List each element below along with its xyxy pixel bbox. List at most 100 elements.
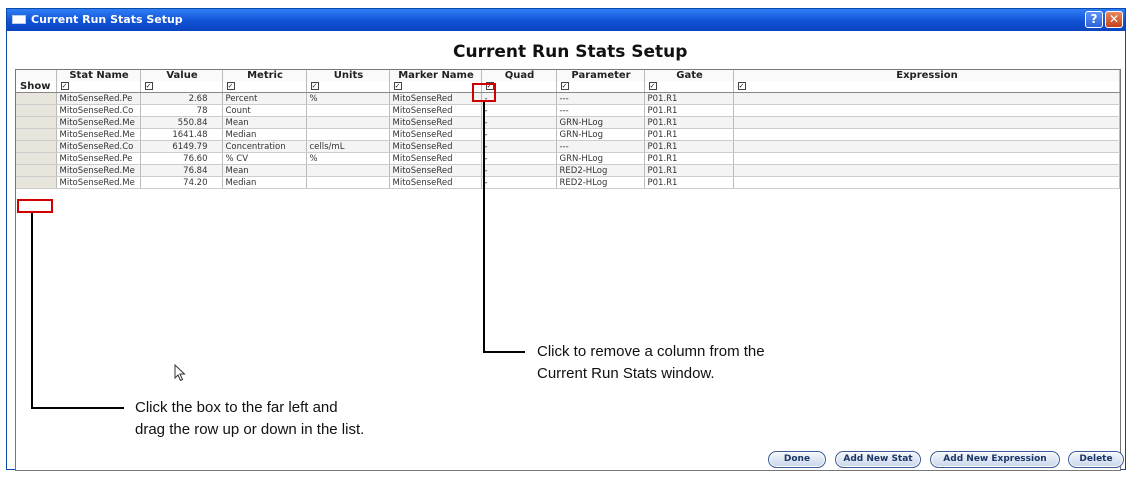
stat-name-cell[interactable]: MitoSenseRed.Pe: [56, 92, 141, 105]
table-row[interactable]: MitoSenseRed.Pe 76.60% CV% MitoSenseRed - GR…: [16, 152, 1120, 165]
row-drag-handle[interactable]: [16, 92, 57, 105]
gate-cell[interactable]: P01.R1: [644, 176, 734, 189]
table-row[interactable]: MitoSenseRed.Co 6149.79 Concentration cells…: [16, 140, 1120, 153]
parameter-cell[interactable]: RED2-HLog: [556, 164, 645, 177]
column-header[interactable]: Marker Name: [389, 70, 482, 81]
checkbox[interactable]: ✓: [737, 82, 746, 90]
parameter-cell[interactable]: ---: [556, 140, 645, 153]
delete-button[interactable]: Delete: [1068, 451, 1124, 468]
quad-cell[interactable]: -: [481, 164, 557, 177]
units-cell[interactable]: cells/mL: [306, 140, 390, 153]
quad-cell[interactable]: -: [481, 104, 557, 117]
marker-name-cell[interactable]: MitoSenseRed: [389, 92, 482, 105]
expression-cell[interactable]: [733, 176, 1120, 189]
show-checkbox-units[interactable]: ✓: [306, 81, 390, 93]
units-cell[interactable]: [306, 164, 390, 177]
stat-name-cell[interactable]: MitoSenseRed.Me: [56, 176, 141, 189]
table-row[interactable]: MitoSenseRed.Pe 2.68 Percent% MitoSenseRed -…: [16, 92, 1120, 105]
row-drag-handle[interactable]: [16, 128, 57, 141]
quad-cell[interactable]: -: [481, 116, 557, 129]
add-new-stat-button[interactable]: Add New Stat: [835, 451, 921, 468]
stat-name-cell[interactable]: MitoSenseRed.Pe: [56, 152, 141, 165]
parameter-cell[interactable]: ---: [556, 104, 645, 117]
value-cell[interactable]: 1641.48: [140, 128, 223, 141]
gate-cell[interactable]: P01.R1: [644, 116, 734, 129]
marker-name-cell[interactable]: MitoSenseRed: [389, 104, 482, 117]
marker-name-cell[interactable]: MitoSenseRed: [389, 116, 482, 129]
stat-name-cell[interactable]: MitoSenseRed.Me: [56, 128, 141, 141]
value-cell[interactable]: 6149.79: [140, 140, 223, 153]
row-drag-handle[interactable]: [16, 152, 57, 165]
metric-cell[interactable]: Mean: [222, 164, 307, 177]
marker-name-cell[interactable]: MitoSenseRed: [389, 164, 482, 177]
metric-cell[interactable]: Count: [222, 104, 307, 117]
checkbox[interactable]: ✓: [310, 82, 319, 90]
row-drag-handle[interactable]: [16, 104, 57, 117]
add-new-expression-button[interactable]: Add New Expression: [930, 451, 1060, 468]
checkbox[interactable]: ✓: [648, 82, 657, 90]
marker-name-cell[interactable]: MitoSenseRed: [389, 128, 482, 141]
expression-cell[interactable]: [733, 104, 1120, 117]
expression-cell[interactable]: [733, 116, 1120, 129]
row-drag-handle[interactable]: [16, 164, 57, 177]
gate-cell[interactable]: P01.R1: [644, 140, 734, 153]
value-cell[interactable]: 550.84: [140, 116, 223, 129]
metric-cell[interactable]: Mean: [222, 116, 307, 129]
parameter-cell[interactable]: GRN-HLog: [556, 152, 645, 165]
parameter-cell[interactable]: RED2-HLog: [556, 176, 645, 189]
column-header[interactable]: Units: [306, 70, 390, 81]
expression-cell[interactable]: [733, 140, 1120, 153]
table-row[interactable]: MitoSenseRed.Co 78 Count MitoSenseRed - --- P0…: [16, 104, 1120, 117]
stat-name-cell[interactable]: MitoSenseRed.Co: [56, 140, 141, 153]
checkbox[interactable]: ✓: [144, 82, 153, 90]
checkbox[interactable]: ✓: [393, 82, 402, 90]
metric-cell[interactable]: % CV: [222, 152, 307, 165]
column-header[interactable]: Stat Name: [56, 70, 141, 81]
metric-cell[interactable]: Median: [222, 176, 307, 189]
quad-cell[interactable]: -: [481, 152, 557, 165]
show-checkbox-stat-name[interactable]: ✓: [56, 81, 141, 93]
done-button[interactable]: Done: [768, 451, 826, 468]
row-drag-handle[interactable]: [16, 176, 57, 189]
gate-cell[interactable]: P01.R1: [644, 152, 734, 165]
checkbox[interactable]: ✓: [226, 82, 235, 90]
units-cell[interactable]: %: [306, 152, 390, 165]
quad-cell[interactable]: -: [481, 176, 557, 189]
units-cell[interactable]: [306, 104, 390, 117]
column-header[interactable]: Quad: [481, 70, 557, 81]
metric-cell[interactable]: Percent: [222, 92, 307, 105]
gate-cell[interactable]: P01.R1: [644, 104, 734, 117]
value-cell[interactable]: 78: [140, 104, 223, 117]
expression-cell[interactable]: [733, 152, 1120, 165]
stat-name-cell[interactable]: MitoSenseRed.Co: [56, 104, 141, 117]
stat-name-cell[interactable]: MitoSenseRed.Me: [56, 116, 141, 129]
units-cell[interactable]: [306, 128, 390, 141]
help-button[interactable]: ?: [1085, 11, 1103, 28]
stat-name-cell[interactable]: MitoSenseRed.Me: [56, 164, 141, 177]
table-row[interactable]: MitoSenseRed.Me 74.20 Median MitoSenseRed - R…: [16, 176, 1120, 189]
units-cell[interactable]: %: [306, 92, 390, 105]
marker-name-cell[interactable]: MitoSenseRed: [389, 176, 482, 189]
table-row[interactable]: MitoSenseRed.Me 76.84 Mean MitoSenseRed - RED…: [16, 164, 1120, 177]
metric-cell[interactable]: Median: [222, 128, 307, 141]
column-header[interactable]: Gate: [644, 70, 734, 81]
gate-cell[interactable]: P01.R1: [644, 128, 734, 141]
show-checkbox-value[interactable]: ✓: [140, 81, 223, 93]
column-header[interactable]: Value: [140, 70, 223, 81]
marker-name-cell[interactable]: MitoSenseRed: [389, 152, 482, 165]
expression-cell[interactable]: [733, 92, 1120, 105]
gate-cell[interactable]: P01.R1: [644, 92, 734, 105]
marker-name-cell[interactable]: MitoSenseRed: [389, 140, 482, 153]
checkbox[interactable]: ✓: [560, 82, 569, 90]
parameter-cell[interactable]: ---: [556, 92, 645, 105]
show-checkbox-expression[interactable]: ✓: [733, 81, 1120, 93]
row-drag-handle[interactable]: [16, 116, 57, 129]
value-cell[interactable]: 74.20: [140, 176, 223, 189]
checkbox[interactable]: ✓: [60, 82, 69, 90]
row-drag-handle[interactable]: [16, 140, 57, 153]
show-checkbox-parameter[interactable]: ✓: [556, 81, 645, 93]
expression-cell[interactable]: [733, 164, 1120, 177]
column-header[interactable]: Parameter: [556, 70, 645, 81]
units-cell[interactable]: [306, 116, 390, 129]
quad-cell[interactable]: -: [481, 140, 557, 153]
